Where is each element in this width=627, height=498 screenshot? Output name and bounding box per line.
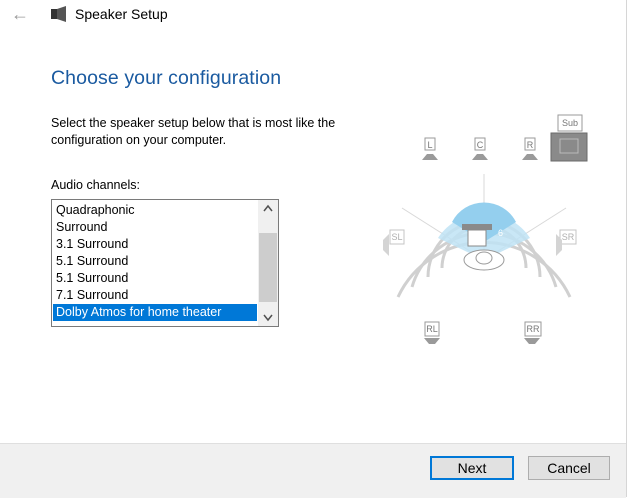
- list-item[interactable]: Surround: [53, 219, 257, 236]
- audio-channels-label: Audio channels:: [51, 178, 140, 192]
- scroll-thumb[interactable]: [259, 233, 277, 302]
- list-item[interactable]: 7.1 Surround: [53, 287, 257, 304]
- list-item[interactable]: 3.1 Surround: [53, 236, 257, 253]
- svg-text:SR: SR: [562, 232, 575, 242]
- list-item-selected[interactable]: Dolby Atmos for home theater: [53, 304, 257, 321]
- next-button[interactable]: Next: [430, 456, 514, 480]
- svg-text:Sub: Sub: [562, 118, 578, 128]
- listbox-scrollbar[interactable]: [258, 200, 278, 326]
- svg-text:SL: SL: [391, 232, 402, 242]
- svg-text:RR: RR: [527, 324, 540, 334]
- title-bar: ← Speaker Setup: [0, 0, 627, 30]
- speaker-side-right: SR: [556, 229, 577, 256]
- listener-icon: [463, 249, 505, 271]
- speaker-rear-left: RL: [424, 321, 440, 344]
- back-arrow-icon[interactable]: ←: [8, 3, 32, 25]
- list-item[interactable]: Quadraphonic: [53, 202, 257, 219]
- speaker-rear-right: RR: [524, 321, 542, 344]
- instruction-text: Select the speaker setup below that is m…: [51, 116, 336, 147]
- audio-channels-listbox[interactable]: Quadraphonic Surround 3.1 Surround 5.1 S…: [51, 199, 279, 327]
- window-title: Speaker Setup: [75, 6, 168, 22]
- svg-text:L: L: [427, 140, 432, 150]
- svg-text:6: 6: [498, 228, 503, 238]
- scroll-down-icon[interactable]: [258, 309, 278, 326]
- scroll-up-icon[interactable]: [258, 200, 278, 217]
- cancel-button[interactable]: Cancel: [528, 456, 610, 480]
- list-item[interactable]: 5.1 Surround: [53, 253, 257, 270]
- speaker-side-left: SL: [383, 229, 405, 256]
- speaker-icon: [51, 6, 66, 22]
- speaker-right: R: [522, 137, 538, 160]
- svg-text:C: C: [477, 140, 484, 150]
- speaker-diagram: L C R Sub SL SR RL RR 6: [383, 114, 588, 344]
- speaker-center: C: [472, 137, 488, 160]
- speaker-left: L: [422, 137, 438, 160]
- list-item[interactable]: 5.1 Surround: [53, 270, 257, 287]
- svg-text:RL: RL: [426, 324, 438, 334]
- speaker-sub: Sub: [550, 114, 588, 162]
- listbox-items: Quadraphonic Surround 3.1 Surround 5.1 S…: [53, 202, 257, 321]
- footer-bar: Next Cancel: [0, 443, 626, 498]
- page-title: Choose your configuration: [51, 67, 282, 89]
- svg-text:R: R: [527, 140, 534, 150]
